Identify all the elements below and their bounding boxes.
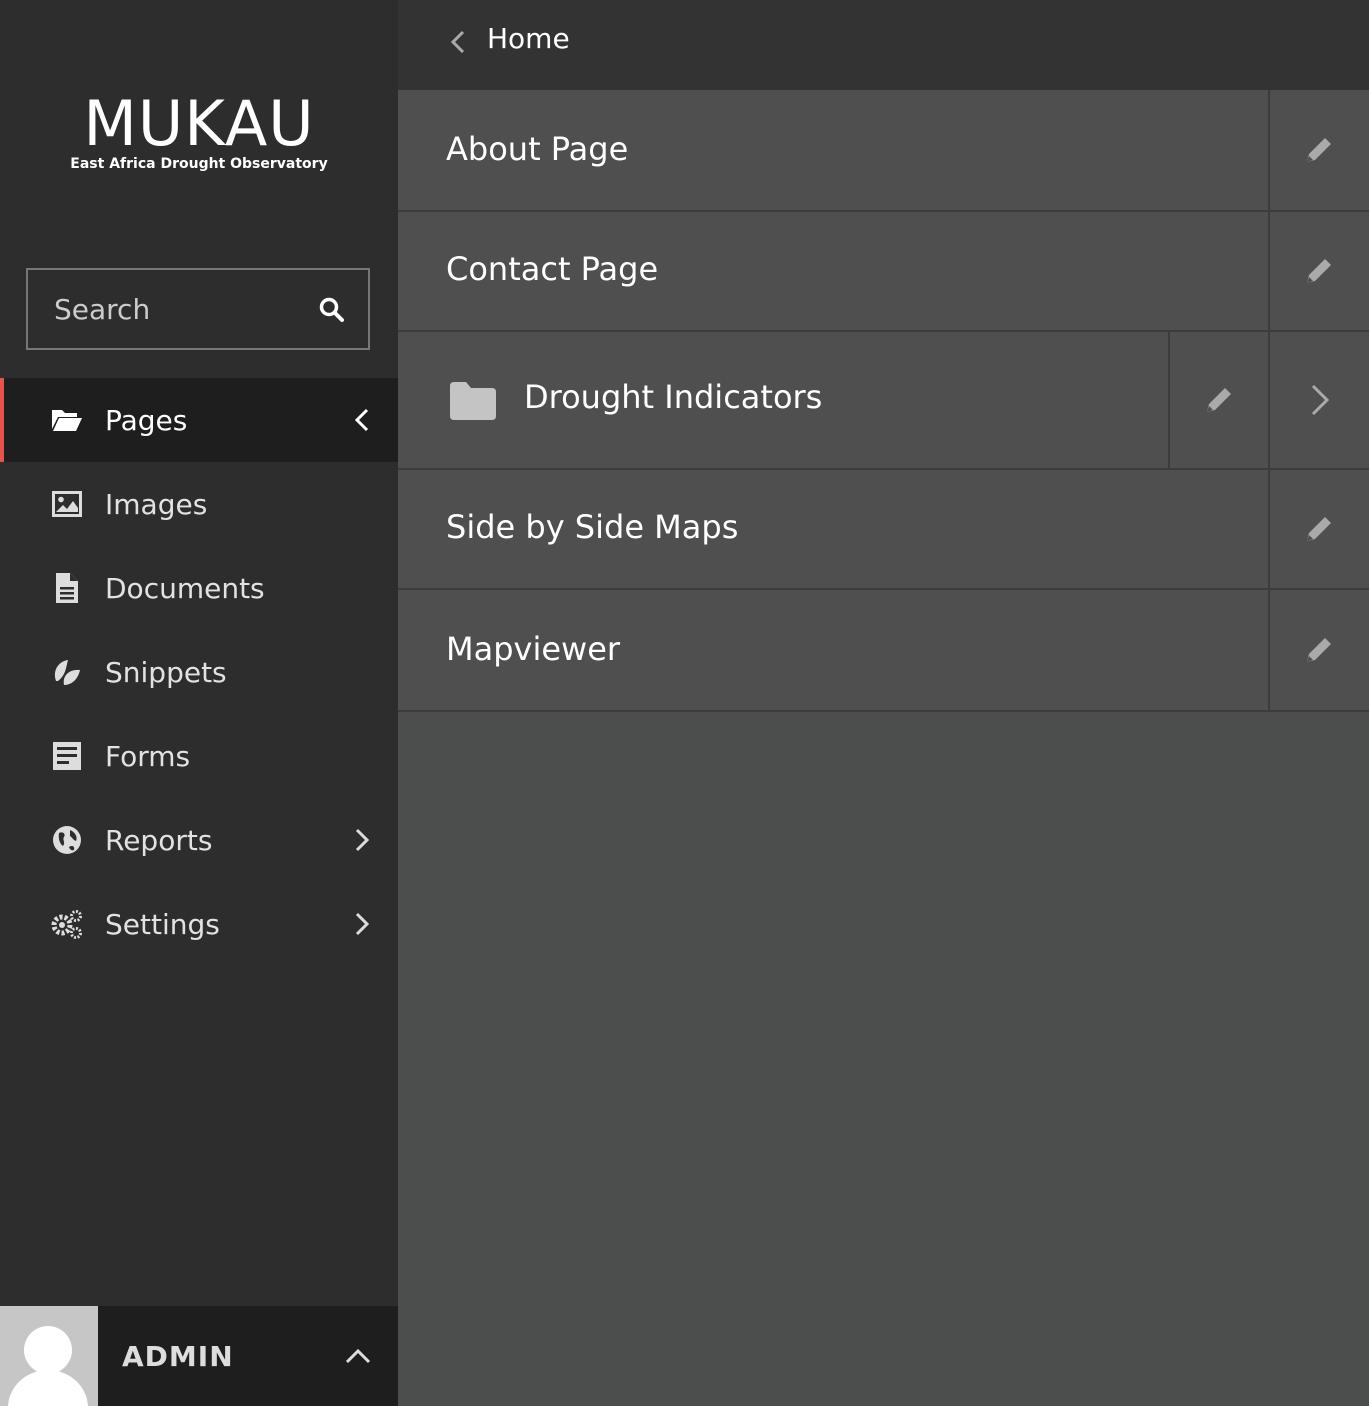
menu-label-settings: Settings	[105, 907, 220, 941]
logo-subtitle: East Africa Drought Observatory	[70, 156, 328, 172]
edit-button[interactable]	[1168, 332, 1268, 468]
menu-label-pages: Pages	[105, 403, 188, 437]
search-box	[26, 268, 370, 350]
menu-item-settings[interactable]: Settings	[0, 882, 398, 966]
snippet-icon	[50, 655, 84, 689]
list-item[interactable]: Mapviewer	[398, 590, 1369, 712]
page-title[interactable]: Home	[487, 22, 570, 55]
page-title-link[interactable]: Drought Indicators	[524, 378, 822, 416]
globe-icon	[50, 823, 84, 857]
list-item[interactable]: Drought Indicators	[398, 332, 1369, 470]
menu-item-documents[interactable]: Documents	[0, 546, 398, 630]
menu-item-snippets[interactable]: Snippets	[0, 630, 398, 714]
pencil-icon	[1307, 638, 1331, 662]
pencil-icon	[1207, 388, 1231, 412]
explore-child-pages-button[interactable]	[1268, 332, 1368, 468]
sidebar: MUKAU East Africa Drought Observatory Pa…	[0, 0, 398, 1406]
chevron-up-icon[interactable]	[344, 1344, 372, 1368]
image-icon	[50, 487, 84, 521]
account-menu[interactable]: ADMIN	[0, 1306, 398, 1406]
list-item[interactable]: About Page	[398, 90, 1369, 212]
menu-item-images[interactable]: Images	[0, 462, 398, 546]
edit-button[interactable]	[1268, 90, 1368, 210]
edit-button[interactable]	[1268, 590, 1368, 710]
menu-label-reports: Reports	[105, 823, 213, 857]
chevron-right-icon	[1311, 384, 1330, 416]
page-title-link[interactable]: Contact Page	[446, 250, 658, 288]
pencil-icon	[1307, 138, 1331, 162]
search-input[interactable]	[28, 270, 308, 348]
edit-button[interactable]	[1268, 212, 1368, 330]
back-icon[interactable]	[448, 26, 468, 58]
main-menu: Pages Images Documents Snippets Forms Re…	[0, 378, 398, 966]
list-item[interactable]: Contact Page	[398, 212, 1369, 332]
folder-icon	[448, 380, 498, 426]
chevron-right-icon	[352, 826, 372, 854]
menu-item-reports[interactable]: Reports	[0, 798, 398, 882]
menu-item-forms[interactable]: Forms	[0, 714, 398, 798]
account-name: ADMIN	[122, 1340, 234, 1373]
menu-label-documents: Documents	[105, 571, 265, 605]
folder-open-icon	[50, 403, 84, 437]
chevron-left-icon	[352, 406, 372, 434]
pencil-icon	[1307, 259, 1331, 283]
search-icon[interactable]	[318, 296, 346, 324]
page-header: Home	[398, 0, 1369, 90]
menu-label-snippets: Snippets	[105, 655, 227, 689]
logo-title: MUKAU	[83, 87, 315, 160]
cogs-icon	[50, 907, 84, 941]
avatar	[0, 1306, 98, 1406]
page-title-link[interactable]: About Page	[446, 130, 628, 168]
edit-button[interactable]	[1268, 470, 1368, 588]
page-title-link[interactable]: Side by Side Maps	[446, 508, 738, 546]
logo[interactable]: MUKAU East Africa Drought Observatory	[0, 87, 398, 173]
menu-item-pages[interactable]: Pages	[0, 378, 398, 462]
chevron-right-icon	[352, 910, 372, 938]
document-icon	[50, 571, 84, 605]
form-icon	[50, 739, 84, 773]
menu-label-images: Images	[105, 487, 208, 521]
page-title-link[interactable]: Mapviewer	[446, 630, 620, 668]
menu-label-forms: Forms	[105, 739, 191, 773]
page-list: About Page Contact Page Drought Indicato…	[398, 90, 1369, 712]
list-item[interactable]: Side by Side Maps	[398, 470, 1369, 590]
pencil-icon	[1307, 517, 1331, 541]
